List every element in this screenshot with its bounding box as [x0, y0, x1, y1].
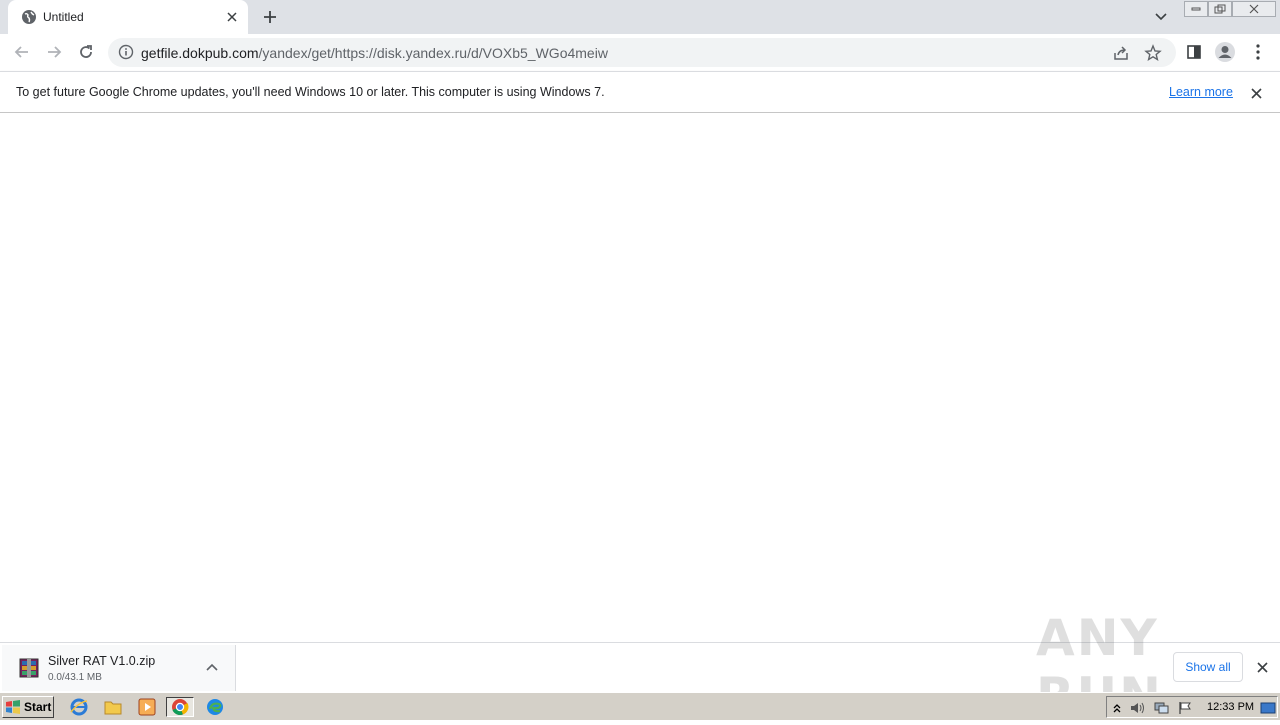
arrow-right-icon	[48, 46, 62, 58]
download-status: 0.0/43.1 MB	[48, 672, 102, 683]
tab-untitled[interactable]: Untitled	[8, 0, 248, 34]
download-filename: Silver RAT V1.0.zip	[48, 654, 156, 668]
windows-logo-icon	[6, 700, 20, 714]
kebab-menu-icon	[1256, 44, 1260, 60]
profile-button[interactable]	[1211, 38, 1239, 66]
window-close-button[interactable]	[1232, 1, 1276, 17]
infobar-close-icon[interactable]	[1247, 84, 1265, 102]
download-item[interactable]: Silver RAT V1.0.zip 0.0/43.1 MB	[2, 645, 236, 691]
media-player-taskbar-icon[interactable]	[136, 697, 158, 717]
windows-taskbar: Start 12:33 PM	[0, 692, 1280, 720]
address-bar[interactable]: getfile.dokpub.com/yandex/get/https://di…	[108, 38, 1176, 67]
show-all-button[interactable]: Show all	[1173, 652, 1243, 682]
edge-taskbar-icon[interactable]	[204, 697, 226, 717]
chevron-up-icon[interactable]	[204, 660, 220, 676]
side-panel-button[interactable]	[1180, 38, 1208, 66]
show-desktop-icon[interactable]	[1260, 700, 1276, 716]
download-shelf: Silver RAT V1.0.zip 0.0/43.1 MB ANY RUN …	[0, 609, 1280, 725]
url-text[interactable]: getfile.dokpub.com/yandex/get/https://di…	[141, 45, 608, 61]
restore-button[interactable]	[1208, 1, 1232, 17]
new-tab-button[interactable]	[258, 5, 282, 29]
reload-button[interactable]	[72, 38, 100, 66]
menu-button[interactable]	[1244, 38, 1272, 66]
back-button[interactable]	[8, 38, 36, 66]
shelf-close-icon[interactable]	[1253, 658, 1271, 676]
reload-icon	[80, 45, 92, 58]
folder-taskbar-icon[interactable]	[102, 697, 124, 717]
tab-title: Untitled	[43, 10, 84, 24]
chrome-taskbar-icon[interactable]	[166, 697, 194, 717]
volume-icon[interactable]	[1129, 700, 1145, 716]
system-tray: 12:33 PM	[1106, 696, 1278, 718]
share-icon[interactable]	[1112, 44, 1130, 62]
side-panel-icon	[1187, 45, 1201, 59]
page-content[interactable]	[0, 113, 1280, 642]
tab-strip: Untitled	[0, 0, 1280, 34]
arrow-left-icon	[14, 46, 28, 58]
update-infobar: To get future Google Chrome updates, you…	[0, 71, 1280, 113]
start-label: Start	[24, 700, 52, 714]
globe-icon	[22, 10, 36, 24]
start-button[interactable]: Start	[2, 696, 54, 718]
info-icon[interactable]	[118, 44, 134, 60]
chevron-down-icon[interactable]	[1150, 6, 1172, 28]
minimize-button[interactable]	[1184, 1, 1208, 17]
url-path: /yandex/get/https://disk.yandex.ru/d/VOX…	[258, 45, 608, 61]
network-icon[interactable]	[1153, 700, 1169, 716]
tab-close-icon[interactable]	[223, 8, 241, 26]
avatar-icon	[1215, 42, 1235, 62]
browser-toolbar: getfile.dokpub.com/yandex/get/https://di…	[0, 34, 1280, 71]
forward-button[interactable]	[40, 38, 68, 66]
infobar-message: To get future Google Chrome updates, you…	[16, 85, 605, 99]
tray-expand-icon[interactable]	[1109, 700, 1125, 716]
archive-file-icon	[19, 658, 39, 678]
ie-taskbar-icon[interactable]	[68, 697, 90, 717]
clock-time[interactable]: 12:33 PM	[1207, 701, 1254, 713]
bookmark-star-icon[interactable]	[1144, 44, 1162, 62]
flag-icon[interactable]	[1177, 700, 1193, 716]
url-host: getfile.dokpub.com	[141, 45, 259, 61]
learn-more-link[interactable]: Learn more	[1169, 85, 1233, 99]
